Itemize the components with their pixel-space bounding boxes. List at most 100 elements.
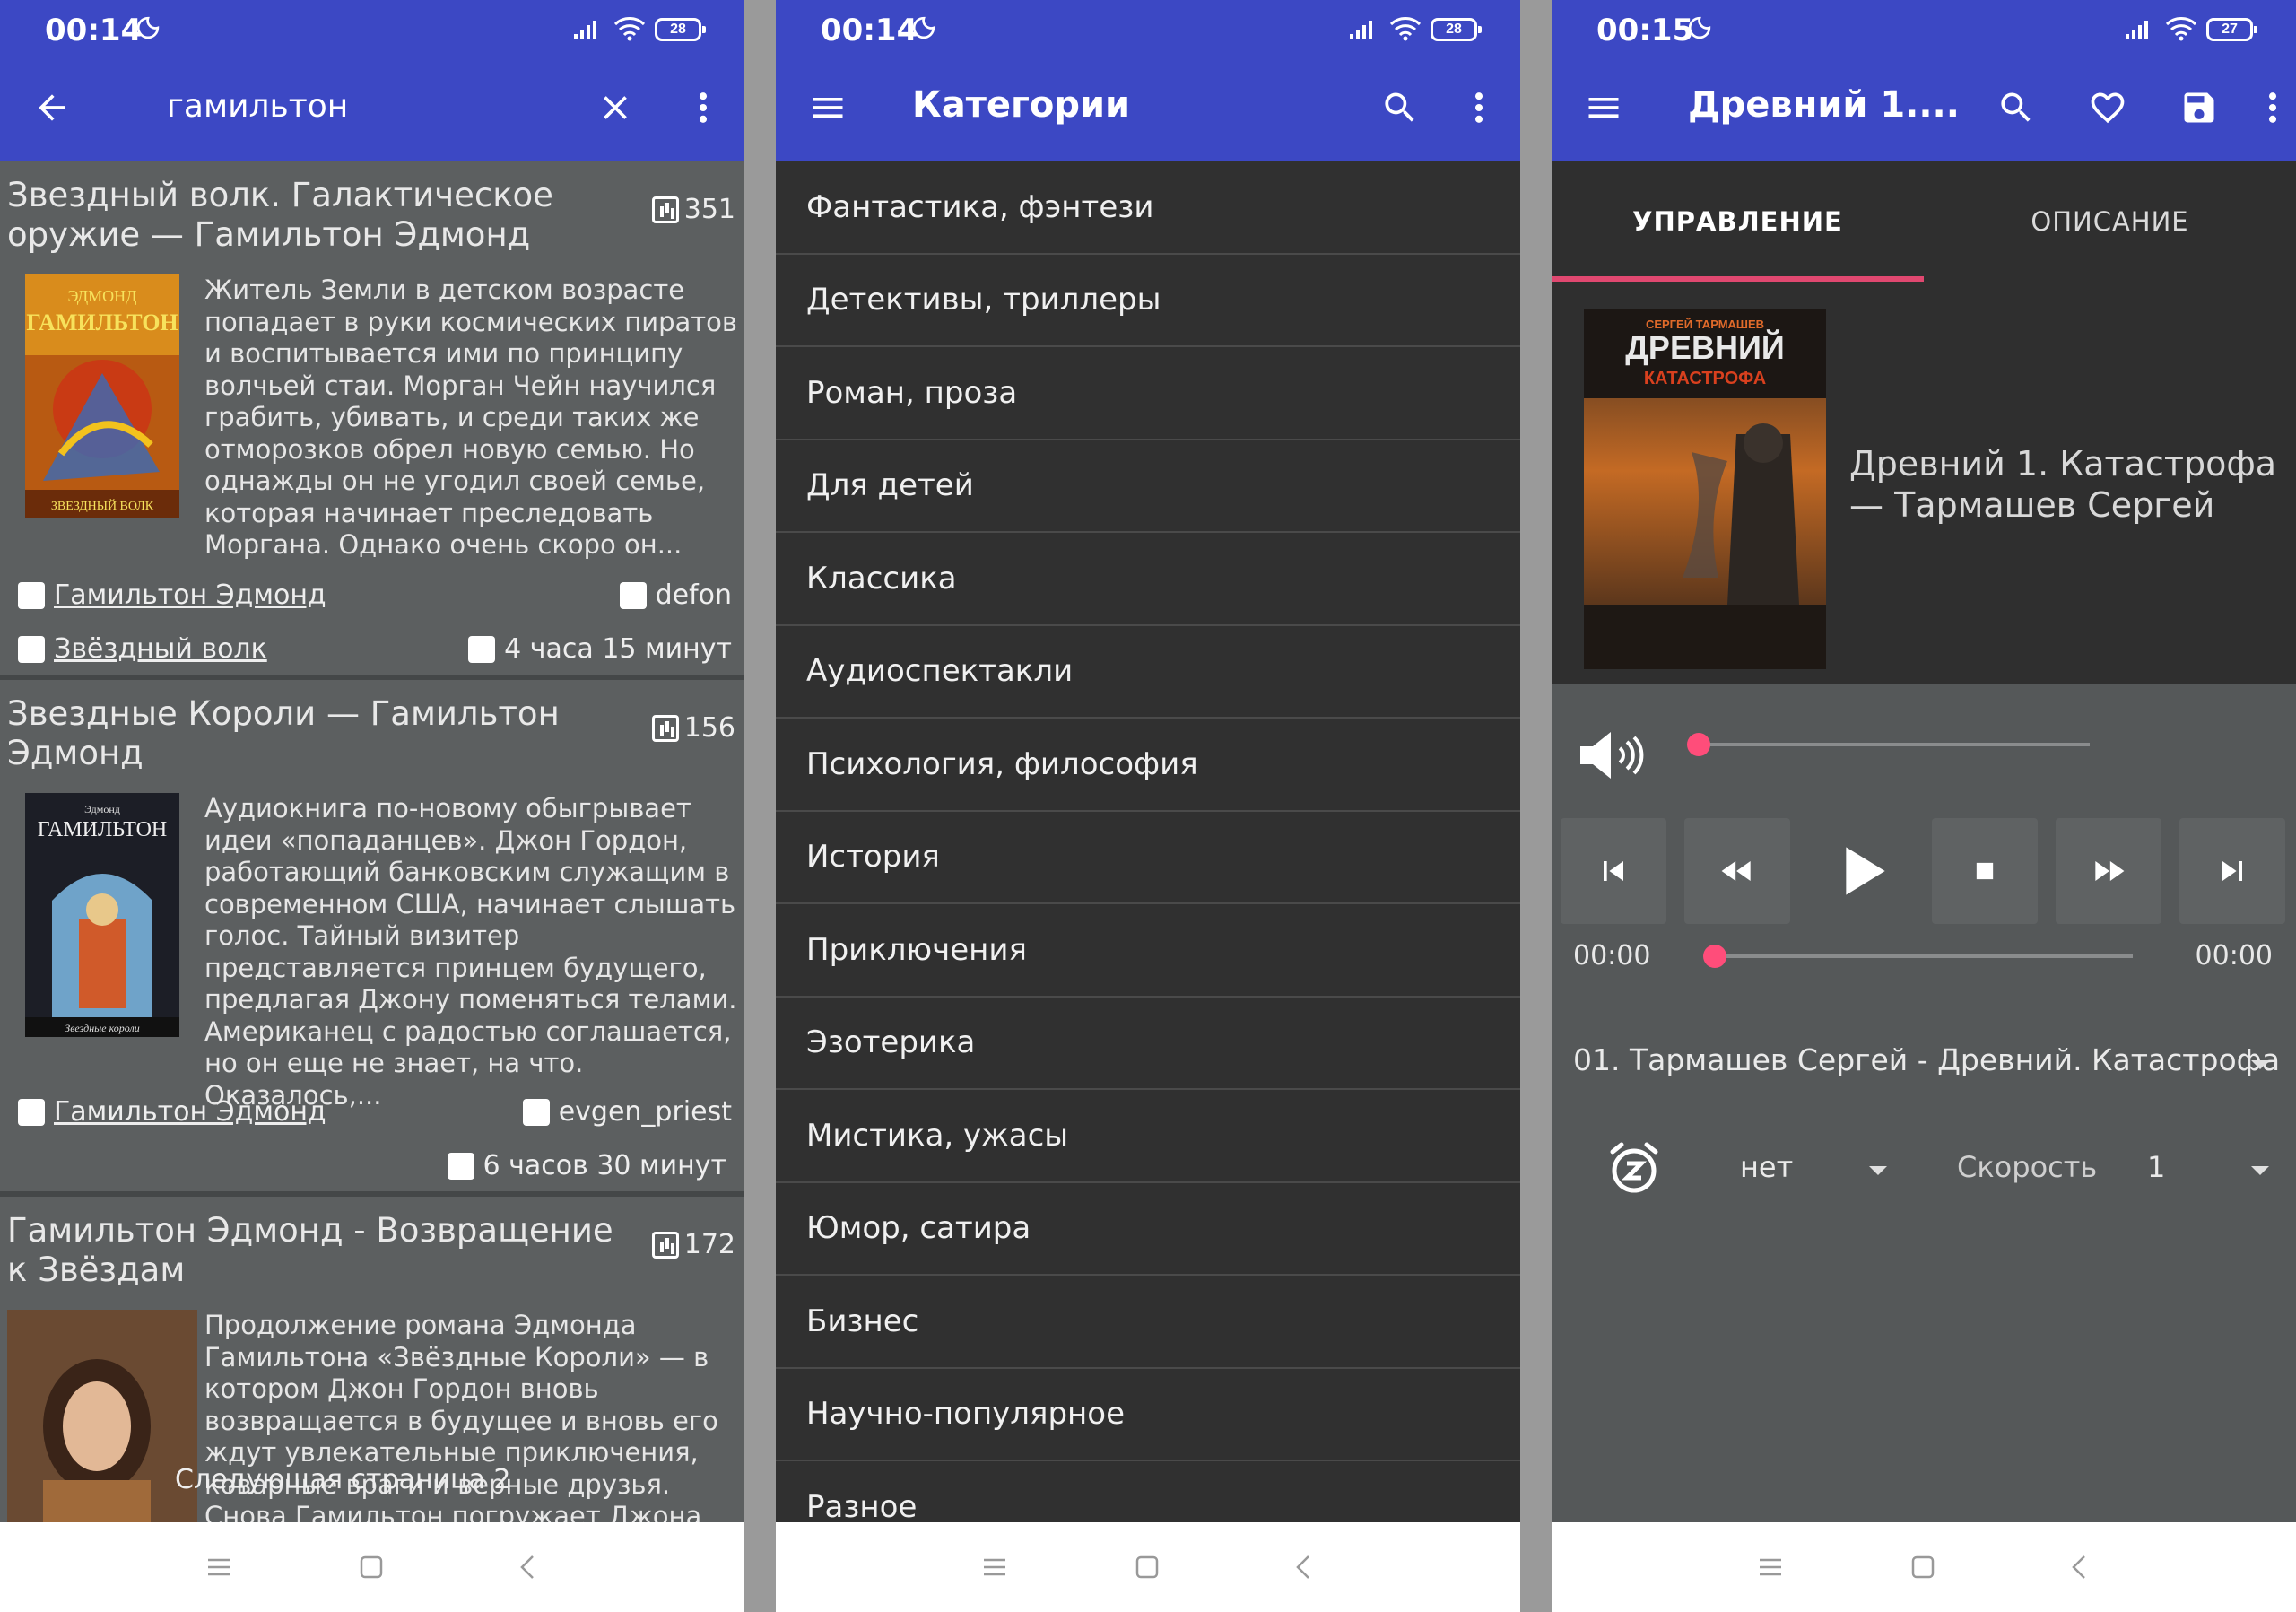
menu-icon[interactable] [803,83,853,133]
progress-slider[interactable] [1703,945,2133,968]
system-nav-bar [1552,1522,2296,1612]
menu-icon[interactable] [1578,83,1629,133]
tab-description[interactable]: ОПИСАНИЕ [1924,161,2296,282]
more-vert-icon[interactable] [678,83,728,133]
views-count: 172 [651,1229,735,1260]
speed-select[interactable]: 1 [2147,1150,2165,1184]
menu-nav-icon[interactable] [203,1551,235,1583]
wifi-icon [1389,17,1422,41]
category-item[interactable]: Аудиоспектакли [776,626,1520,719]
signal-icon [574,21,596,39]
category-item[interactable]: Юмор, сатира [776,1183,1520,1276]
alarm-snooze-icon[interactable] [1605,1139,1663,1197]
battery-indicator: 28 [1431,18,1482,41]
book-card[interactable]: Звездные Короли — Гамильтон Эдмонд 156 Э… [0,680,744,1197]
search-icon[interactable] [1991,83,2041,133]
back-nav-icon[interactable] [513,1551,545,1583]
home-nav-icon[interactable] [355,1551,387,1583]
back-nav-icon[interactable] [1289,1551,1321,1583]
signal-icon [1350,21,1372,39]
book-cover: ЭДМОНД ГАМИЛЬТОН ЗВЕЗДНЫЙ ВОЛК [25,274,179,518]
current-time: 00:00 [1573,940,1651,972]
stats-icon [651,1231,679,1259]
volume-icon[interactable] [1577,728,1657,782]
svg-text:ЗВЕЗДНЫЙ ВОЛК: ЗВЕЗДНЫЙ ВОЛК [51,498,154,513]
skip-previous-icon [1604,861,1623,881]
menu-nav-icon[interactable] [978,1551,1011,1583]
back-arrow-icon[interactable] [27,83,77,133]
book-description: Аудиокнига по-новому обыгрывает идеи «по… [204,793,737,1111]
tab-control[interactable]: УПРАВЛЕНИЕ [1552,161,1924,282]
chevron-down-icon[interactable] [1869,1166,1887,1175]
book-header: СЕРГЕЙ ТАРМАШЕВ ДРЕВНИЙ КАТАСТРОФА Древн… [1552,282,2296,684]
close-icon[interactable] [590,83,640,133]
status-bar: 00:14 28 [0,0,744,56]
moon-icon [912,16,935,39]
category-item[interactable]: История [776,812,1520,904]
book-card[interactable]: Звездный волк. Галактическое оружие — Га… [0,161,744,680]
page-title: Категории [912,84,1131,126]
next-page-button[interactable]: Следующая страница 2 [175,1464,511,1495]
category-item[interactable]: Роман, проза [776,347,1520,440]
skip-next-button[interactable] [2179,818,2285,924]
system-nav-bar [776,1522,1520,1612]
rewind-button[interactable] [1684,818,1790,924]
svg-text:Звездные короли: Звездные короли [65,1022,139,1034]
book-cover: СЕРГЕЙ ТАРМАШЕВ ДРЕВНИЙ КАТАСТРОФА [1584,309,1826,669]
category-item[interactable]: Бизнес [776,1276,1520,1369]
status-time: 00:15 [1596,13,1694,48]
search-results-screen: 00:14 28 гамильтон Звездный волк. Галакт… [0,0,744,1612]
volume-slider-knob[interactable] [1687,733,1710,756]
book-title: Звездные Короли — Гамильтон Эдмонд [7,694,560,772]
system-nav-bar [0,1522,744,1612]
book-title: Древний 1. Катастрофа — Тармашев Сергей [1849,444,2277,525]
category-item[interactable]: Классика [776,533,1520,626]
category-item[interactable]: Для детей [776,440,1520,533]
category-item[interactable]: Психология, философия [776,719,1520,812]
stop-button[interactable] [1932,818,2038,924]
book-cover: Эдмонд ГАМИЛЬТОН Звездные короли [25,793,179,1037]
category-item[interactable]: Детективы, триллеры [776,255,1520,347]
mic-icon [522,1098,550,1126]
skip-next-icon [2222,861,2242,881]
category-item[interactable]: Мистика, ужасы [776,1090,1520,1183]
sleep-timer-select[interactable]: нет [1740,1150,1793,1184]
status-bar: 00:15 27 [1552,0,2296,56]
player-toolbar: Древний 1.... [1552,56,2296,161]
series-link[interactable]: Звёздный волк [18,633,267,665]
more-vert-icon[interactable] [1454,83,1504,133]
svg-text:Эдмонд: Эдмонд [84,803,120,815]
category-item[interactable]: Приключения [776,904,1520,998]
author-link[interactable]: Гамильтон Эдмонд [18,579,326,611]
home-nav-icon[interactable] [1907,1551,1939,1583]
player-screen: 00:15 27 Древний 1.... УПРАВЛЕНИЕ ОПИСАН… [1552,0,2296,1612]
back-nav-icon[interactable] [2065,1551,2097,1583]
chevron-down-icon[interactable] [2251,1060,2269,1069]
category-item[interactable]: Фантастика, фэнтези [776,161,1520,255]
category-item[interactable]: Научно-популярное [776,1369,1520,1461]
more-vert-icon[interactable] [2248,83,2296,133]
fast-forward-button[interactable] [2056,818,2161,924]
author-link[interactable]: Гамильтон Эдмонд [18,1096,326,1128]
wifi-icon [613,17,646,41]
moon-icon [136,16,160,39]
search-input[interactable]: гамильтон [167,88,348,125]
timer-icon [468,635,496,663]
signal-icon [2126,21,2148,39]
moon-icon [1688,16,1711,39]
chevron-down-icon[interactable] [2251,1166,2269,1175]
progress-slider-knob[interactable] [1703,945,1726,968]
track-select[interactable]: 01. Тармашев Сергей - Древний. Катастроф… [1573,1042,2280,1077]
menu-nav-icon[interactable] [1754,1551,1787,1583]
skip-previous-button[interactable] [1561,818,1666,924]
home-nav-icon[interactable] [1131,1551,1163,1583]
save-icon[interactable] [2174,83,2224,133]
play-button[interactable] [1808,818,1914,924]
search-icon[interactable] [1375,83,1425,133]
volume-slider[interactable] [1687,733,2090,756]
mic-icon [619,581,647,609]
heart-icon[interactable] [2083,83,2133,133]
category-item[interactable]: Эзотерика [776,998,1520,1090]
rewind-icon [1721,861,1751,881]
status-time: 00:14 [45,13,143,48]
